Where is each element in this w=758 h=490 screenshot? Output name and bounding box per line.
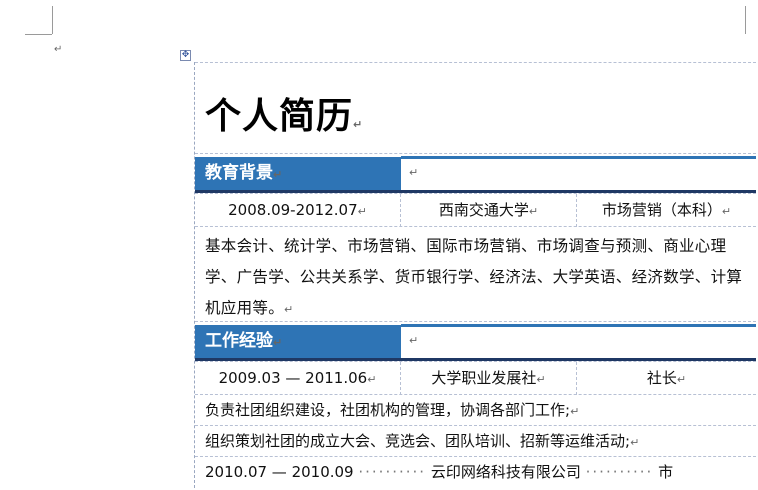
work-section-header[interactable]: 工作经验↵ ↵	[195, 322, 756, 362]
crop-mark-top-left-vertical	[52, 6, 53, 34]
paragraph-mark: ↵	[54, 44, 63, 55]
job2-period: 2010.07 — 2010.09	[205, 463, 354, 481]
work-period[interactable]: 2009.03 — 2011.06↵	[195, 362, 401, 395]
move-handle-icon[interactable]: ✥	[180, 50, 191, 61]
job2-role: 市	[658, 463, 674, 481]
paragraph-mark: ↵	[409, 334, 419, 347]
paragraph-mark: ↵	[409, 166, 419, 179]
job2-company: 云印网络科技有限公司	[430, 463, 581, 481]
section-rule-top	[401, 324, 756, 327]
work-position[interactable]: 社长↵	[577, 362, 756, 395]
crop-mark-top-right-vertical	[745, 6, 746, 34]
education-major[interactable]: 市场营销（本科）↵	[577, 194, 756, 227]
section-label: 教育背景↵	[195, 157, 401, 190]
tab-leader: ··········	[585, 463, 654, 481]
education-period[interactable]: 2008.09-2012.07↵	[195, 194, 401, 227]
education-school[interactable]: 西南交通大学↵	[401, 194, 577, 227]
section-rule-bottom	[195, 190, 756, 193]
education-courses[interactable]: 基本会计、统计学、市场营销、国际市场营销、市场调查与预测、商业心理学、广告学、公…	[195, 227, 756, 322]
page-title: 个人简历↵	[205, 96, 364, 137]
work-detail-row[interactable]: 2009.03 — 2011.06↵ 大学职业发展社↵ 社长↵	[195, 362, 756, 395]
work-duty-2[interactable]: 组织策划社团的成立大会、竞选会、团队培训、招新等运维活动;↵	[195, 426, 756, 457]
work-organization[interactable]: 大学职业发展社↵	[401, 362, 577, 395]
work-entry-2[interactable]: 2010.07 — 2010.09 ·········· 云印网络科技有限公司 …	[195, 457, 756, 488]
education-detail-row[interactable]: 2008.09-2012.07↵ 西南交通大学↵ 市场营销（本科）↵	[195, 194, 756, 227]
section-label: 工作经验↵	[195, 325, 401, 358]
crop-mark-top-left-horizontal	[25, 34, 52, 35]
tab-leader: ··········	[358, 463, 427, 481]
education-section-header[interactable]: 教育背景↵ ↵	[195, 154, 756, 194]
resume-table[interactable]: 个人简历↵ 教育背景↵ ↵ 2008.09-2012.07↵ 西南交通大学↵ 市…	[194, 62, 756, 488]
section-rule-bottom	[195, 358, 756, 361]
section-rule-top	[401, 156, 756, 159]
title-row[interactable]: 个人简历↵	[195, 62, 756, 154]
work-duty-1[interactable]: 负责社团组织建设，社团机构的管理，协调各部门工作;↵	[195, 395, 756, 426]
